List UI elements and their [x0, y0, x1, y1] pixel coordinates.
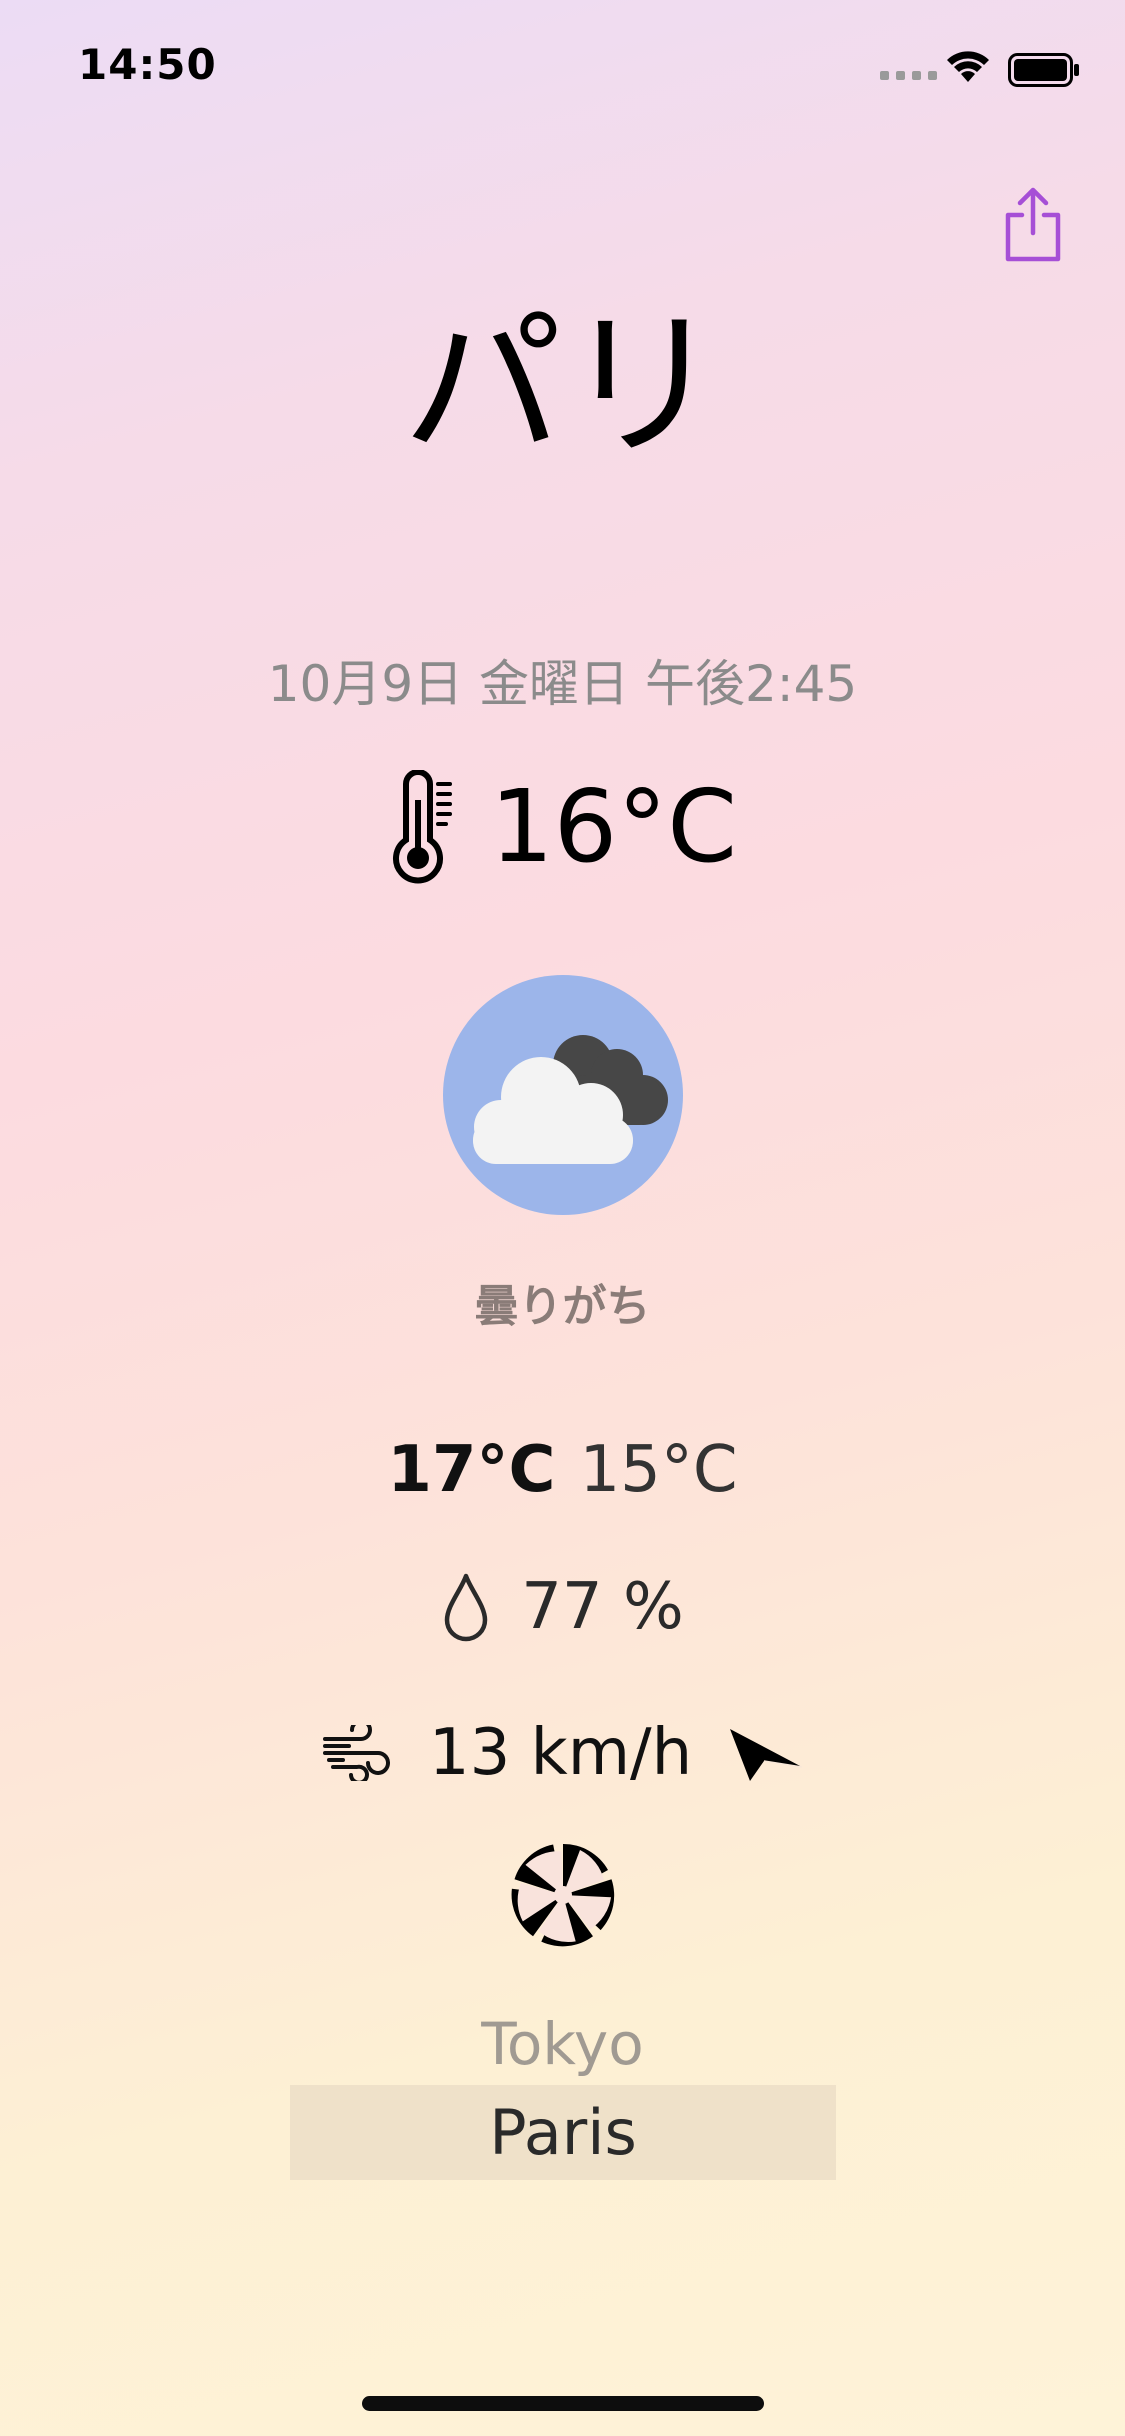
current-temperature: 16°C	[489, 768, 738, 885]
humidity-value: 77 %	[521, 1570, 684, 1644]
share-button[interactable]	[1000, 185, 1066, 265]
home-indicator[interactable]	[362, 2396, 764, 2411]
battery-icon	[1008, 53, 1079, 87]
humidity-drop-icon	[444, 1573, 488, 1642]
wind-row: 13 km/h	[0, 1716, 1125, 1790]
wind-icon	[322, 1725, 390, 1781]
status-time: 14:50	[78, 40, 217, 89]
max-temperature: 17°C	[387, 1433, 556, 1507]
thermometer-icon	[393, 770, 452, 884]
city-picker-selected[interactable]: Paris	[290, 2085, 836, 2180]
weather-condition-label: 曇りがち	[474, 1281, 651, 1332]
cellular-signal-icon	[880, 71, 937, 80]
city-title: パリ	[402, 292, 723, 479]
city-picker-selected-label: Paris	[489, 2096, 637, 2169]
fan-icon	[511, 1843, 615, 1947]
wind-direction-arrow-icon	[730, 1729, 803, 1781]
wifi-icon	[947, 51, 989, 82]
weather-condition-icon-background	[443, 975, 683, 1215]
temperature-range: 17°C 15°C	[0, 1433, 1125, 1507]
min-temperature: 15°C	[579, 1433, 738, 1507]
current-temperature-row: 16°C	[0, 770, 1125, 884]
date-time-label: 10月9日 金曜日 午後2:45	[267, 655, 858, 713]
city-picker-option[interactable]: Tokyo	[0, 2010, 1125, 2078]
humidity-row: 77 %	[0, 1570, 1125, 1644]
cloudy-icon	[473, 1035, 668, 1164]
wind-speed: 13 km/h	[428, 1716, 693, 1790]
